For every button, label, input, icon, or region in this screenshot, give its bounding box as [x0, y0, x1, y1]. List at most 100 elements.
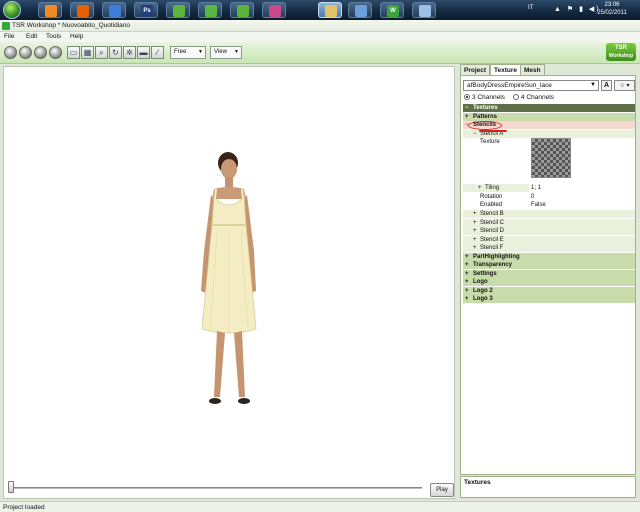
app-circle-icon — [355, 5, 367, 17]
collapse-icon[interactable]: − — [465, 121, 469, 129]
taskbar-app-tsr-workshop[interactable]: W — [380, 2, 404, 18]
sphere-shaded-icon[interactable] — [19, 46, 32, 59]
menu-bar: File Edit Tools Help — [0, 32, 640, 42]
tree-section-settings[interactable]: + Settings — [463, 269, 635, 278]
tree-prop-rotation[interactable]: Rotation 0 — [463, 192, 635, 201]
prop-label: Rotation — [480, 193, 503, 200]
tab-mesh[interactable]: Mesh — [520, 64, 545, 75]
play-button[interactable]: Play — [430, 483, 454, 497]
taskbar-app-sims-app-3[interactable] — [230, 2, 254, 18]
menu-tools[interactable]: Tools — [46, 33, 61, 40]
3d-viewport[interactable]: Play — [3, 66, 455, 499]
snowflake-icon[interactable]: ✲ — [123, 46, 136, 59]
expand-icon[interactable]: + — [465, 278, 469, 286]
sims-app-3-icon — [237, 5, 249, 17]
tree-label: Settings — [473, 270, 497, 277]
clock-time[interactable]: 23:06 — [592, 2, 632, 8]
camera-mode-value: Free — [174, 49, 187, 55]
tree-label: Stencil D — [480, 228, 505, 234]
prop-value[interactable]: False — [529, 201, 635, 209]
tree-label: Logo 3 — [473, 296, 493, 302]
tree-item-stencil-b[interactable]: + Stencil B — [463, 210, 635, 219]
font-a-button[interactable]: A — [601, 80, 612, 91]
camera-mode-dropdown[interactable]: Free ▼ — [170, 46, 206, 59]
taskbar-app-ie[interactable] — [102, 2, 126, 18]
taskbar-app-sims-app-1[interactable] — [166, 2, 190, 18]
tree-section-transparency[interactable]: + Transparency — [463, 261, 635, 270]
taskbar-app-sims-app-4[interactable] — [262, 2, 286, 18]
rotate-icon[interactable]: ↻ — [109, 46, 122, 59]
description-box: Textures — [460, 476, 636, 498]
tree-item-stencil-f[interactable]: + Stencil F — [463, 244, 635, 253]
material-select[interactable]: afBodyDressEmpireSun_lace ▼ — [463, 80, 599, 91]
sphere-light-icon[interactable] — [49, 46, 62, 59]
taskbar-app-sims-app-2[interactable] — [198, 2, 222, 18]
tab-project[interactable]: Project — [460, 64, 491, 75]
tree-section-textures[interactable]: − Textures — [463, 104, 635, 113]
radio-3-channels[interactable]: 3 Channels — [464, 94, 505, 101]
annotation-underline — [479, 130, 507, 132]
prop-value[interactable]: 1; 1 — [529, 184, 635, 192]
system-tray: IT ▲ ⚑ ▮ ◀) 23:06 25/02/2011 — [528, 0, 640, 20]
language-indicator[interactable]: IT — [528, 5, 533, 11]
start-button[interactable] — [3, 1, 21, 19]
tree-item-stencil-e[interactable]: + Stencil E — [463, 235, 635, 244]
model-preview — [201, 152, 257, 404]
tree-section-parthighlighting[interactable]: + PartHighlighting — [463, 252, 635, 261]
expand-icon[interactable]: + — [473, 244, 477, 252]
collapse-icon[interactable]: − — [465, 104, 469, 112]
taskbar-app-firefox[interactable] — [70, 2, 94, 18]
tree-prop-tiling[interactable]: + Tiling 1; 1 — [463, 184, 635, 193]
zoom-icon[interactable]: ⌕ — [95, 46, 108, 59]
menu-edit[interactable]: Edit — [26, 33, 37, 40]
tree-section-logo-3[interactable]: + Logo 3 — [463, 295, 635, 304]
sims-app-1-icon — [173, 5, 185, 17]
expand-icon[interactable]: + — [473, 219, 477, 227]
favorite-button[interactable]: ☆ ▾ — [614, 80, 635, 91]
tree-item-stencil-c[interactable]: + Stencil C — [463, 218, 635, 227]
taskbar-app-app-circle[interactable] — [348, 2, 372, 18]
tree-section-logo[interactable]: + Logo — [463, 278, 635, 287]
taskbar-app-app-round[interactable] — [412, 2, 436, 18]
expand-icon[interactable]: + — [473, 227, 477, 235]
prop-value[interactable]: 0 — [529, 192, 635, 201]
view-dropdown[interactable]: View ▼ — [210, 46, 242, 59]
view-value: View — [214, 49, 227, 55]
tree-prop-enabled[interactable]: Enabled False — [463, 201, 635, 209]
expand-icon[interactable]: + — [465, 287, 469, 295]
menu-help[interactable]: Help — [70, 33, 83, 40]
floor-icon[interactable]: ▬ — [137, 46, 150, 59]
expand-icon[interactable]: + — [478, 184, 482, 192]
expand-icon[interactable]: + — [465, 270, 469, 278]
timeline-track[interactable] — [12, 487, 422, 489]
taskbar-app-photoshop[interactable]: Ps — [134, 2, 158, 18]
tree-section-patterns[interactable]: + Patterns — [463, 112, 635, 121]
expand-icon[interactable]: + — [465, 253, 469, 261]
clock-date[interactable]: 25/02/2011 — [592, 10, 632, 16]
tree-prop-texture[interactable]: Texture — [463, 138, 635, 182]
taskbar-app-media-player[interactable] — [38, 2, 62, 18]
menu-file[interactable]: File — [4, 33, 14, 40]
page-icon[interactable]: ▭ — [67, 46, 80, 59]
collapse-icon[interactable]: − — [473, 130, 477, 138]
sphere-wire-icon[interactable] — [34, 46, 47, 59]
tab-texture[interactable]: Texture — [490, 64, 521, 75]
radio-4-channels-label: 4 Channels — [521, 94, 554, 101]
expand-icon[interactable]: + — [473, 236, 477, 244]
expand-icon[interactable]: + — [473, 210, 477, 218]
tree-section-stencils[interactable]: − Stencils — [463, 121, 635, 130]
expand-icon[interactable]: + — [465, 261, 469, 269]
expand-icon[interactable]: + — [465, 113, 469, 121]
radio-4-channels[interactable]: 4 Channels — [513, 94, 554, 101]
sphere-view-icon[interactable] — [4, 46, 17, 59]
brush-icon[interactable]: ⁄ — [151, 46, 164, 59]
tree-item-stencil-d[interactable]: + Stencil D — [463, 227, 635, 236]
tree-label: PartHighlighting — [473, 253, 520, 260]
image-icon[interactable]: ▦ — [81, 46, 94, 59]
taskbar-app-folder[interactable] — [318, 2, 342, 18]
texture-thumbnail[interactable] — [531, 138, 571, 178]
timeline-thumb[interactable] — [8, 481, 14, 493]
tree-section-logo-2[interactable]: + Logo 2 — [463, 286, 635, 295]
folder-icon — [325, 5, 337, 17]
expand-icon[interactable]: + — [465, 295, 469, 303]
